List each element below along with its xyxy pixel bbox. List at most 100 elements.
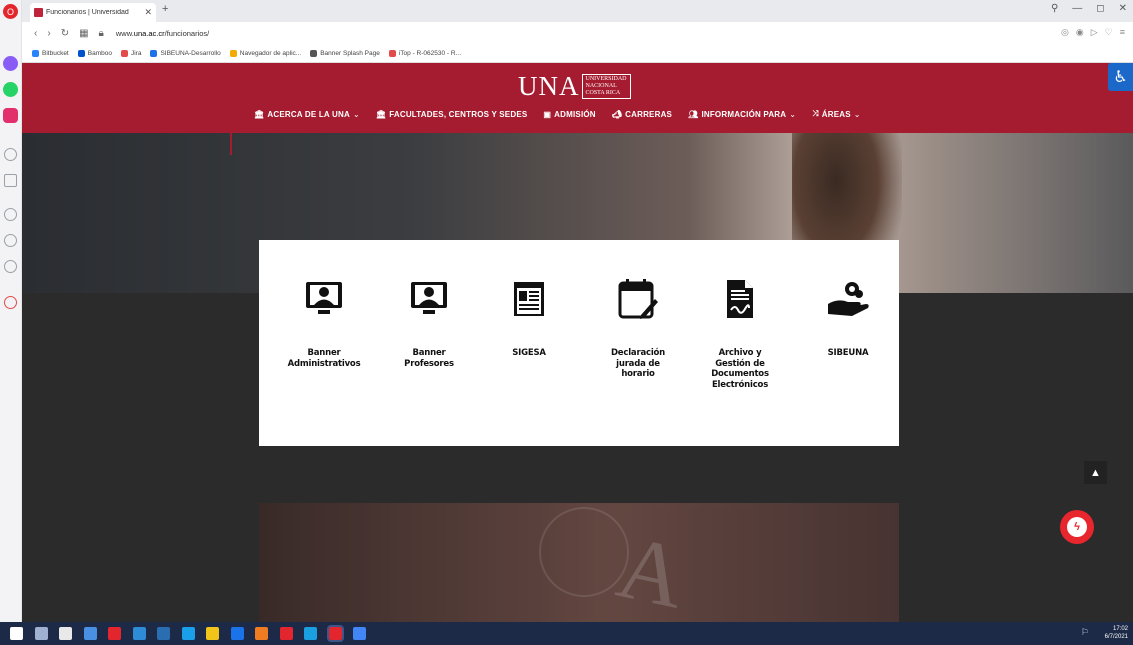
una-logo[interactable]: UNA UNIVERSIDAD NACIONAL COSTA RICA <box>518 73 631 100</box>
opera-logo-icon[interactable]: O <box>3 4 18 19</box>
menu-item[interactable]: ⤨ ÁREAS ⌄ <box>812 109 861 119</box>
messenger-chat-button[interactable]: ϟ <box>1060 510 1094 544</box>
calendar-edit-icon <box>616 277 660 321</box>
clock-time: 17:02 <box>1112 626 1128 632</box>
menu-item[interactable]: 👥︎ INFORMACIÓN PARA ⌄ <box>688 109 796 119</box>
bookmark-icon <box>32 49 39 57</box>
service-label: Banner Profesores <box>404 348 454 369</box>
window-controls: ⚲ — ◻ ✕ <box>1051 3 1127 14</box>
reload-icon[interactable]: ↻ <box>61 28 69 39</box>
instagram-sidebar-icon[interactable] <box>3 108 18 123</box>
bookmark-item[interactable]: iTop - R-062530 - R... <box>388 49 461 57</box>
url-path: /funcionarios/ <box>164 28 210 38</box>
accessibility-icon[interactable]: ♿︎ <box>1108 63 1133 91</box>
logo-side-line: NACIONAL <box>585 83 617 89</box>
opera-taskbar-icon[interactable] <box>326 625 344 642</box>
brave-icon[interactable] <box>279 627 293 640</box>
edge-icon[interactable] <box>59 627 72 640</box>
hand-coin-icon <box>826 277 870 321</box>
task-view-icon[interactable] <box>34 627 48 640</box>
speed-dial-icon[interactable] <box>4 148 17 161</box>
url-field[interactable]: www.una.ac.cr/funcionarios/ <box>116 29 209 38</box>
chrome-icon[interactable] <box>181 627 195 640</box>
clock-date: 6/7/2021 <box>1104 634 1128 640</box>
messenger-sidebar-icon[interactable] <box>3 56 18 71</box>
tab-strip: Funcionarios | Universidad ✕ + ⚲ — ◻ ✕ <box>22 0 1133 22</box>
menu-item[interactable]: ▣ ADMISIÓN <box>543 109 595 119</box>
extensions-icon[interactable] <box>4 260 17 273</box>
news-icon[interactable] <box>4 174 17 187</box>
taskbar-clock[interactable]: 17:02 6/7/2021 <box>1105 625 1128 641</box>
camera-icon[interactable]: ◎ <box>1061 27 1069 38</box>
menu-item[interactable]: 🏛︎ ACERCA DE LA UNA ⌄ <box>254 109 360 119</box>
favorites-icon[interactable] <box>4 208 17 221</box>
mail-icon[interactable] <box>132 627 146 640</box>
tab-grid-icon[interactable]: ▦ <box>79 28 88 39</box>
service-label: SIGESA <box>512 348 546 358</box>
tab-title: Funcionarios | Universidad <box>46 9 129 16</box>
url-host: una.ac.cr <box>133 28 165 38</box>
tray-icon[interactable]: ⚐ <box>1081 627 1089 638</box>
bookmark-label: Bamboo <box>87 49 112 57</box>
minimize-icon[interactable]: — <box>1072 3 1082 14</box>
flow-icon[interactable]: ▷ <box>1091 27 1098 38</box>
bookmark-item[interactable]: Jira <box>120 49 141 57</box>
bookmark-item[interactable]: Bamboo <box>77 49 112 57</box>
scroll-top-button[interactable]: ▲ <box>1084 461 1107 484</box>
service-link[interactable]: SIGESA <box>487 277 571 359</box>
menu-item[interactable]: 🏛︎ FACULTADES, CENTROS Y SEDES <box>376 109 528 119</box>
address-bar: ‹ › ↻ ▦ 🔒︎ www.una.ac.cr/funcionarios/ ◎… <box>22 22 1133 44</box>
service-link[interactable]: Banner Profesores <box>387 277 471 369</box>
service-label: Banner Administrativos <box>287 348 361 369</box>
forward-icon[interactable]: › <box>47 28 50 39</box>
chrome-canary-icon[interactable] <box>353 627 366 640</box>
chevron-down-icon: ⌄ <box>352 109 360 119</box>
url-prefix: www. <box>115 28 134 38</box>
store-icon[interactable] <box>230 627 244 640</box>
bookmark-item[interactable]: Bitbucket <box>32 49 69 57</box>
pin-icon[interactable] <box>4 296 17 309</box>
menu-item-label: ADMISIÓN <box>554 109 596 119</box>
office-icon[interactable] <box>108 627 121 640</box>
vscode-icon[interactable] <box>206 627 219 640</box>
bookmark-item[interactable]: Banner Splash Page <box>310 49 380 57</box>
bookmark-icon <box>120 49 128 57</box>
bookmark-icon <box>150 49 158 57</box>
users-icon: 👥︎ <box>688 109 699 119</box>
service-link[interactable]: Declaración jurada de horario <box>596 277 680 380</box>
search-tabs-icon[interactable]: ⚲ <box>1051 3 1058 14</box>
windows-taskbar: ⚐ 17:02 6/7/2021 <box>0 622 1133 645</box>
firefox-icon[interactable] <box>255 627 268 640</box>
bookmark-icon <box>229 49 237 57</box>
start-icon[interactable] <box>10 627 23 640</box>
teams-icon[interactable] <box>157 627 170 640</box>
menu-item-label: FACULTADES, CENTROS Y SEDES <box>389 109 528 119</box>
edge-beta-icon[interactable] <box>304 627 317 640</box>
close-window-icon[interactable]: ✕ <box>1119 3 1127 14</box>
menu-item[interactable]: 📣︎ CARRERAS <box>612 109 672 119</box>
heart-icon[interactable]: ♡ <box>1105 27 1113 38</box>
outlook-icon[interactable] <box>83 627 97 640</box>
bookmark-label: SIBEUNA-Desarrollo <box>160 49 221 57</box>
campus-photo: A <box>259 503 899 622</box>
close-tab-icon[interactable]: ✕ <box>144 7 152 18</box>
bookmark-item[interactable]: Navegador de aplic... <box>229 49 301 57</box>
maximize-icon[interactable]: ◻ <box>1096 3 1104 14</box>
menu-item-label: ACERCA DE LA UNA <box>267 109 350 119</box>
bookmark-item[interactable]: SIBEUNA-Desarrollo <box>150 49 221 57</box>
service-link[interactable]: Banner Administrativos <box>282 277 366 369</box>
main-menu: 🏛︎ ACERCA DE LA UNA ⌄ 🏛︎ FACULTADES, CENTROS… <box>254 109 861 119</box>
megaphone-icon: 📣︎ <box>611 109 623 119</box>
service-link[interactable]: Archivo y Gestión de Documentos Electrón… <box>698 277 782 390</box>
history-icon[interactable] <box>4 234 17 247</box>
lock-icon: 🔒︎ <box>98 27 104 39</box>
back-icon[interactable]: ‹ <box>34 28 37 39</box>
menu-icon[interactable]: ≡ <box>1120 27 1125 38</box>
service-link[interactable]: SIBEUNA <box>806 277 890 359</box>
bookmark-icon <box>310 49 318 57</box>
vpn-icon[interactable]: ◉ <box>1076 27 1084 38</box>
whatsapp-sidebar-icon[interactable] <box>3 82 18 97</box>
new-tab-button[interactable]: + <box>162 3 168 15</box>
site-header: UNA UNIVERSIDAD NACIONAL COSTA RICA 🏛︎ AC… <box>22 63 1133 133</box>
tab-funcionarios[interactable]: Funcionarios | Universidad ✕ <box>30 3 156 22</box>
